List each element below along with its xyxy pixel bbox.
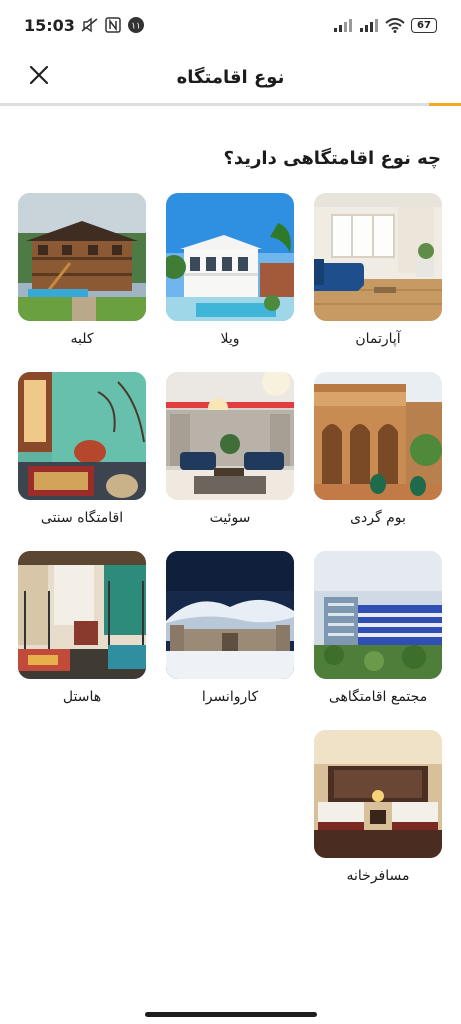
status-left: 15:03 ۱۱ <box>24 16 145 35</box>
close-icon <box>29 65 49 85</box>
notification-badge: ۱۱ <box>127 16 145 34</box>
caravanserai-photo <box>166 551 294 679</box>
screen: 15:03 ۱۱ 67 نوع اقامتگاه چه نوع اقامتگاه… <box>0 0 461 1024</box>
type-label: کاروانسرا <box>201 689 259 705</box>
type-tile-caravanserai[interactable]: کاروانسرا <box>166 551 294 730</box>
type-tile-traditional[interactable]: اقامتگاه سنتی <box>18 372 146 551</box>
type-tile-guesthouse[interactable]: مسافرخانه <box>314 730 442 909</box>
progress-bar <box>0 103 461 106</box>
page-title: نوع اقامتگاه <box>176 66 285 88</box>
villa-photo <box>166 193 294 321</box>
type-tile-cabin[interactable]: کلبه <box>18 193 146 372</box>
type-label: سوئیت <box>209 510 251 526</box>
close-button[interactable] <box>24 60 54 90</box>
type-label: هاستل <box>62 689 102 705</box>
signal-1-icon <box>333 18 353 32</box>
type-tile-apartment[interactable]: آپارتمان <box>314 193 442 372</box>
signal-2-icon <box>359 18 379 32</box>
guesthouse-photo <box>314 730 442 858</box>
traditional-house-photo <box>18 372 146 500</box>
wifi-icon <box>385 17 405 33</box>
status-bar: 15:03 ۱۱ 67 <box>0 0 461 50</box>
status-time: 15:03 <box>24 15 75 35</box>
type-label: آپارتمان <box>355 331 401 347</box>
type-label: اقامتگاه سنتی <box>40 510 124 526</box>
question-heading: چه نوع اقامتگاهی دارید؟ <box>223 148 441 169</box>
type-tile-suite[interactable]: سوئیت <box>166 372 294 551</box>
mute-icon <box>81 17 99 33</box>
type-label: مسافرخانه <box>346 868 410 884</box>
notification-count: ۱۱ <box>131 22 141 32</box>
header: نوع اقامتگاه <box>0 50 461 104</box>
type-tile-hotel-complex[interactable]: مجتمع اقامتگاهی <box>314 551 442 730</box>
apartment-photo <box>314 193 442 321</box>
eco-lodge-photo <box>314 372 442 500</box>
progress-fill <box>428 103 461 106</box>
accommodation-type-grid: آپارتمان ویلا کلبه بوم گردی سوئیت اقامتگ… <box>18 193 442 909</box>
type-label: بوم گردی <box>350 510 406 526</box>
type-label: مجتمع اقامتگاهی <box>328 689 428 705</box>
suite-photo <box>166 372 294 500</box>
type-label: کلبه <box>70 331 94 347</box>
battery-icon: 67 <box>411 17 437 33</box>
cabin-photo <box>18 193 146 321</box>
type-tile-villa[interactable]: ویلا <box>166 193 294 372</box>
hostel-photo <box>18 551 146 679</box>
home-indicator[interactable] <box>145 1012 317 1017</box>
type-tile-eco-lodge[interactable]: بوم گردی <box>314 372 442 551</box>
hotel-complex-photo <box>314 551 442 679</box>
type-label: ویلا <box>220 331 240 347</box>
battery-level: 67 <box>417 19 431 31</box>
n-logo-icon <box>105 17 121 33</box>
type-tile-hostel[interactable]: هاستل <box>18 551 146 730</box>
status-right: 67 <box>333 17 437 33</box>
